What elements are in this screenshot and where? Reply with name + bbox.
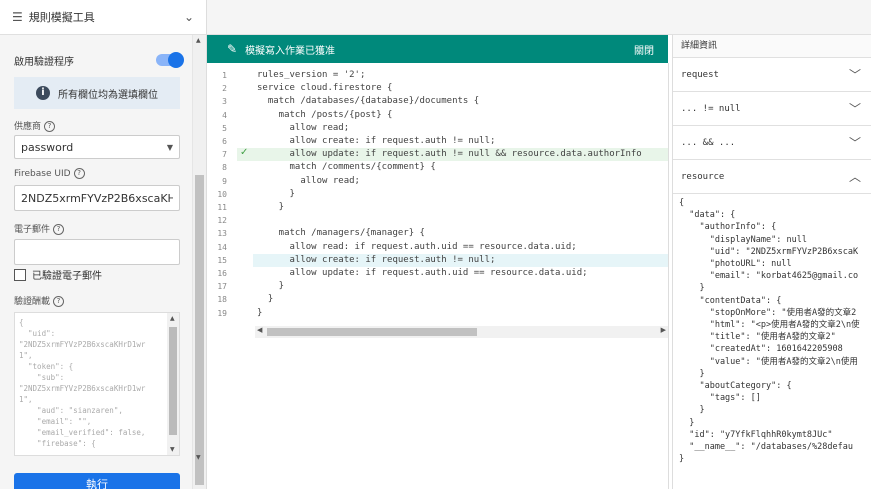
info-banner: i 所有欄位均為選填欄位 — [14, 77, 180, 109]
code-line[interactable]: service cloud.firestore { — [257, 83, 392, 93]
detail-item-label: request — [681, 69, 719, 80]
rules-editor[interactable]: 1 rules_version = '2'; 2 service cloud.fire… — [207, 63, 669, 489]
code-line[interactable]: match /comments/{comment} { — [257, 162, 436, 172]
uid-input[interactable]: 2NDZ5xrmFYVzP2B6xscaKHrDl — [14, 185, 180, 211]
scroll-up-icon[interactable]: ▲ — [170, 315, 175, 322]
code-line[interactable]: } — [257, 202, 284, 212]
code-line[interactable]: allow update: if request.auth.uid == res… — [257, 268, 588, 278]
code-line[interactable]: allow create: if request.auth != null; — [257, 255, 496, 265]
line-number: 13 — [217, 229, 227, 239]
top-bar — [207, 0, 871, 35]
email-verified-row: 已驗證電子郵件 — [14, 267, 182, 282]
code-line[interactable]: allow read: if request.auth.uid == resou… — [257, 242, 577, 252]
line-number: 2 — [222, 84, 227, 94]
details-panel: 詳細資訊 request ﹀ ... != null ﹀ ... && ... ﹀ reso… — [672, 35, 871, 489]
info-icon: i — [36, 86, 50, 100]
chevron-down-icon[interactable]: ﹀ — [849, 134, 861, 151]
line-number: 3 — [222, 97, 227, 107]
code-line[interactable]: } — [257, 189, 295, 199]
info-text: 所有欄位均為選填欄位 — [58, 89, 158, 101]
uid-label: Firebase UID? — [14, 168, 182, 179]
details-title: 詳細資訊 — [673, 35, 871, 58]
chevron-down-icon[interactable]: ﹀ — [849, 100, 861, 117]
dropdown-arrow-icon: ▼ — [166, 142, 173, 152]
scroll-up-icon[interactable]: ▲ — [196, 37, 201, 44]
email-verified-checkbox[interactable] — [14, 268, 26, 281]
run-button[interactable]: 執行 — [14, 473, 180, 489]
left-scrollbar[interactable]: ▲ ▼ — [192, 35, 206, 489]
editor-horizontal-scrollbar[interactable]: ◀ ▶ — [255, 326, 668, 338]
code-line[interactable]: rules_version = '2'; — [257, 70, 365, 80]
simulator-title: 規則模擬工具 — [28, 11, 95, 24]
detail-item-label: ... && ... — [681, 137, 736, 148]
line-number: 5 — [222, 123, 227, 133]
detail-item-1[interactable]: ... != null ﹀ — [673, 92, 871, 126]
scroll-right-icon[interactable]: ▶ — [661, 326, 666, 334]
line-number: 9 — [222, 176, 227, 186]
detail-item-label: ... != null — [681, 103, 741, 114]
code-line[interactable]: } — [257, 294, 273, 304]
chevron-down-icon[interactable]: ⌄ — [184, 10, 194, 24]
simulator-panel: ☰ 規則模擬工具 ⌄ 啟用驗證程序 i 所有欄位均為選填欄位 供應商? pass… — [0, 0, 207, 489]
detail-item-0[interactable]: request ﹀ — [673, 58, 871, 92]
email-verified-label: 已驗證電子郵件 — [32, 271, 102, 282]
line-number: 11 — [217, 203, 227, 212]
payload-label: 驗證酬載? — [14, 294, 182, 307]
line-number: 19 — [217, 308, 227, 318]
provider-select[interactable]: password ▼ — [14, 135, 180, 159]
email-label: 電子郵件? — [14, 222, 182, 235]
line-number: 4 — [222, 110, 227, 120]
code-line[interactable]: allow create: if request.auth != null; — [257, 136, 496, 146]
tune-icon: ☰ — [12, 10, 23, 24]
line-number: 8 — [222, 163, 227, 173]
simulator-form: 啟用驗證程序 i 所有欄位均為選填欄位 供應商? password ▼ Fire… — [0, 35, 192, 489]
help-icon[interactable]: ? — [73, 168, 85, 179]
code-line[interactable]: match /managers/{manager} { — [257, 228, 425, 238]
provider-value: password — [21, 140, 74, 154]
code-line[interactable]: match /posts/{post} { — [257, 110, 393, 120]
line-number: 14 — [217, 242, 227, 252]
code-line[interactable]: } — [257, 281, 284, 291]
help-icon[interactable]: ? — [53, 296, 65, 307]
scroll-down-icon[interactable]: ▼ — [170, 446, 175, 453]
line-number: 6 — [222, 137, 227, 146]
check-icon: ✓ — [240, 147, 249, 159]
line-number: 16 — [217, 269, 227, 278]
line-number: 17 — [217, 282, 227, 292]
simulation-result-banner: ✎ 模擬寫入作業已獲准 關閉 — [207, 35, 668, 63]
code-line[interactable]: allow read; — [257, 123, 350, 133]
scroll-left-icon[interactable]: ◀ — [257, 326, 262, 334]
auth-payload-editor[interactable]: { "uid": "2NDZ5xrmFYVzP2B6xscaKHrD1wr 1"… — [14, 312, 180, 456]
help-icon[interactable]: ? — [44, 121, 56, 132]
line-number: 10 — [217, 189, 227, 199]
code-line[interactable]: } — [257, 308, 262, 318]
payload-scrollbar[interactable]: ▲ ▼ — [167, 313, 179, 455]
detail-item-3[interactable]: resource ︿ — [673, 160, 871, 194]
detail-item-2[interactable]: ... && ... ﹀ — [673, 126, 871, 160]
scroll-down-icon[interactable]: ▼ — [196, 454, 201, 461]
help-icon[interactable]: ? — [53, 224, 65, 235]
simulator-header[interactable]: ☰ 規則模擬工具 ⌄ — [0, 0, 206, 35]
line-number: 7 — [222, 150, 227, 160]
code-line[interactable]: allow update: if request.auth != null &&… — [257, 149, 642, 159]
provider-label: 供應商? — [14, 119, 182, 132]
line-number: 15 — [217, 255, 227, 265]
detail-item-label: resource — [681, 171, 725, 182]
enable-auth-toggle[interactable] — [156, 52, 184, 68]
simulation-result-text: 模擬寫入作業已獲准 — [245, 45, 336, 57]
line-number: 18 — [217, 295, 227, 305]
close-button[interactable]: 關閉 — [634, 42, 654, 57]
edit-icon: ✎ — [227, 42, 238, 56]
line-number: 12 — [217, 216, 227, 226]
chevron-up-icon[interactable]: ︿ — [849, 168, 861, 185]
line-number: 1 — [222, 71, 227, 80]
email-input[interactable] — [14, 239, 180, 265]
uid-value: 2NDZ5xrmFYVzP2B6xscaKHrDl — [21, 191, 173, 205]
resource-json: { "data": { "authorInfo": { "displayName… — [679, 198, 860, 465]
auth-payload-text: { "uid": "2NDZ5xrmFYVzP2B6xscaKHrD1wr 1"… — [19, 318, 146, 448]
code-line[interactable]: match /databases/{database}/documents { — [257, 96, 479, 106]
code-line[interactable]: allow read; — [257, 176, 360, 186]
chevron-down-icon[interactable]: ﹀ — [849, 66, 861, 83]
